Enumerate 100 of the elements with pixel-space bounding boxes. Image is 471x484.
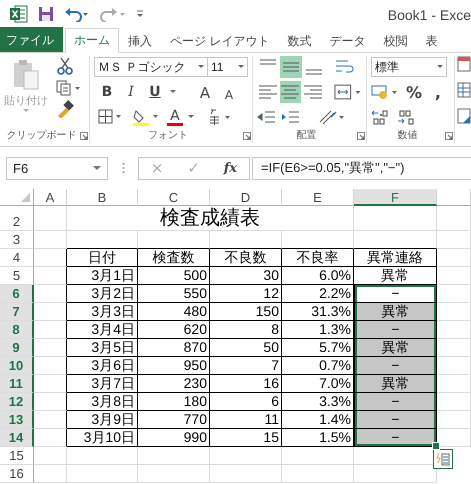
table-cell: 30 — [210, 267, 282, 285]
ribbon-tab[interactable]: ホーム — [65, 28, 119, 53]
row-header: 6 — [0, 285, 34, 303]
table-cell: 3月8日 — [67, 393, 138, 411]
font-name-dropdown[interactable]: ＭＳ Ｐゴシック — [94, 57, 208, 77]
column-header: F — [354, 189, 437, 206]
copy-icon[interactable] — [56, 79, 82, 97]
fill-handle[interactable] — [432, 442, 440, 450]
grow-font-button[interactable]: A — [196, 82, 214, 102]
dialog-launcher-icon[interactable] — [356, 132, 365, 140]
dialog-launcher-icon[interactable] — [445, 132, 453, 140]
window-title: Book1 - Exce — [388, 7, 471, 23]
table-header: 不良率 — [282, 249, 354, 267]
table-cell: − — [354, 285, 437, 303]
table-cell: 230 — [138, 375, 210, 393]
caret-icon — [23, 109, 29, 113]
row-header: 11 — [0, 375, 34, 393]
cell-styles-icon[interactable] — [457, 108, 471, 124]
font-color-button[interactable]: A — [166, 107, 184, 127]
empty-cell[interactable] — [34, 249, 67, 267]
increase-decimal-icon[interactable] — [370, 109, 389, 125]
insert-function-button[interactable]: fx — [224, 160, 238, 176]
group-label: 数値 — [397, 129, 418, 143]
table-cell: 3月1日 — [67, 267, 138, 285]
corner-triangle-icon — [21, 193, 30, 202]
currency-icon[interactable] — [370, 83, 399, 101]
align-icon — [258, 85, 277, 99]
table-cell: − — [354, 429, 437, 447]
ribbon-tab[interactable]: 校閲 — [374, 29, 416, 53]
percent-button[interactable]: % — [404, 82, 423, 102]
comma-button[interactable]: , — [428, 82, 447, 102]
dialog-launcher-icon[interactable] — [80, 132, 88, 140]
bold-button[interactable]: B — [98, 82, 116, 102]
sheet-title: 検査成績表 — [67, 206, 354, 231]
row-header: 15 — [0, 447, 34, 465]
row-header: 10 — [0, 357, 34, 375]
align-middle-button[interactable] — [280, 56, 302, 78]
quick-analysis-icon[interactable] — [433, 449, 453, 469]
customize-icon[interactable] — [136, 9, 144, 19]
undo-icon[interactable] — [64, 6, 90, 22]
phonetic-guide-icon[interactable] — [208, 108, 232, 126]
align-icon — [281, 85, 300, 99]
column-header — [437, 189, 471, 206]
italic-button[interactable]: I — [122, 82, 140, 102]
table-cell: 3月5日 — [67, 339, 138, 357]
format-painter-icon[interactable] — [56, 100, 74, 118]
table-cell: 8 — [210, 321, 282, 339]
merge-center-icon[interactable] — [332, 83, 362, 101]
group-label: 配置 — [296, 128, 316, 143]
table-cell: 異常 — [354, 375, 437, 393]
font-size-dropdown[interactable]: 11 — [208, 57, 248, 77]
table-cell: 950 — [138, 357, 210, 375]
table-cell: 620 — [138, 321, 210, 339]
caret-icon — [93, 166, 101, 170]
table-cell: 12 — [210, 285, 282, 303]
table-cell: 3月4日 — [67, 321, 138, 339]
ribbon-tab[interactable]: データ — [320, 29, 374, 53]
fill-color-icon[interactable] — [132, 108, 160, 126]
table-header: 不良数 — [210, 249, 282, 267]
underline-button[interactable]: U — [146, 82, 164, 102]
file-tab[interactable]: ファイル — [0, 27, 63, 52]
decrease-indent-icon[interactable] — [256, 109, 277, 125]
row-header: 7 — [0, 303, 34, 321]
conditional-format-icon[interactable] — [457, 56, 471, 72]
table-cell: 550 — [138, 285, 210, 303]
cut-icon[interactable] — [56, 56, 74, 76]
table-header: 異常連絡 — [354, 249, 437, 267]
table-cell: 異常 — [354, 303, 437, 321]
table-cell: 50 — [210, 339, 282, 357]
row-header: 2 — [0, 206, 34, 231]
table-cell: 3月2日 — [67, 285, 138, 303]
empty-cell[interactable] — [34, 267, 67, 285]
table-cell: 11 — [210, 411, 282, 429]
align-center-button[interactable] — [280, 81, 302, 103]
shrink-font-button[interactable]: A — [220, 82, 238, 102]
table-cell: − — [354, 321, 437, 339]
table-cell: 7 — [210, 357, 282, 375]
align-icon — [282, 62, 299, 72]
formula-field[interactable]: =IF(E6>=0.05,"異常","−") — [252, 156, 471, 180]
table-cell: 3月3日 — [67, 303, 138, 321]
caret-icon — [436, 65, 443, 69]
app-icon — [10, 5, 28, 23]
ribbon-tab[interactable]: 表 — [416, 29, 446, 53]
grip-icon — [122, 162, 124, 174]
decrease-decimal-icon[interactable] — [396, 109, 415, 125]
table-cell: − — [354, 393, 437, 411]
table-cell: 990 — [138, 429, 210, 447]
ribbon-tab[interactable]: 挿入 — [119, 29, 161, 53]
caret-icon — [188, 115, 194, 119]
increase-indent-icon[interactable] — [280, 109, 301, 125]
table-cell: 6.0% — [282, 267, 354, 285]
name-box[interactable]: F6 — [6, 156, 108, 180]
number-format-dropdown[interactable]: 標準 — [370, 57, 447, 77]
border-icon[interactable] — [98, 109, 122, 125]
table-cell: 15 — [210, 429, 282, 447]
ribbon-tab[interactable]: 数式 — [278, 29, 320, 53]
table-format-icon[interactable] — [457, 82, 471, 98]
save-icon[interactable] — [38, 6, 54, 22]
dialog-launcher-icon[interactable] — [242, 132, 251, 140]
ribbon-tab[interactable]: ページ レイアウト — [161, 29, 278, 53]
